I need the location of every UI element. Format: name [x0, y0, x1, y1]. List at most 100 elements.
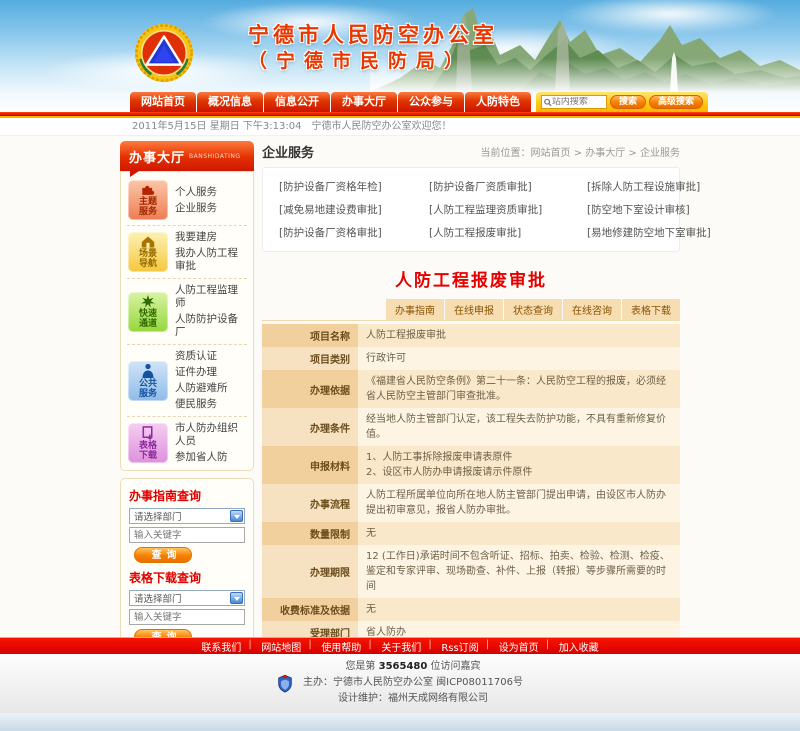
sidebar: 办事大厅 BANSHIDATING 主题服务 个人服务 企业服务 — [120, 141, 254, 708]
footer-link-favorite[interactable]: 加入收藏 — [549, 639, 609, 654]
chevron-down-icon — [230, 510, 243, 522]
chevron-down-icon — [230, 592, 243, 604]
footer-link-set-homepage[interactable]: 设为首页 — [489, 639, 549, 654]
site-header: 宁德市人民防空办公室 （宁德市民防局） — [0, 0, 800, 92]
search-input[interactable] — [552, 97, 604, 108]
guide-keyword-input[interactable] — [129, 527, 245, 543]
tab-guide[interactable]: 办事指南 — [386, 299, 444, 320]
advanced-search-button[interactable]: 高级搜索 — [649, 95, 703, 109]
nav-item-info-disclosure[interactable]: 信息公开 — [264, 92, 330, 112]
service-link[interactable]: [防护设备厂资质审批] — [429, 179, 587, 194]
detail-tabs: 办事指南 在线申报 状态查询 在线咨询 表格下载 — [262, 299, 680, 321]
search-box — [541, 95, 607, 109]
footer-design-line: 设计维护：福州天成网络有限公司 — [303, 691, 523, 707]
sidebar-link-qualification[interactable]: 资质认证 — [175, 350, 228, 363]
nav-item-service-hall[interactable]: 办事大厅 — [331, 92, 397, 112]
footer-link-help[interactable]: 使用帮助 — [311, 639, 371, 654]
main-nav: 网站首页 概况信息 信息公开 办事大厅 公众参与 人防特色 搜索 高级搜索 — [0, 92, 800, 112]
footer-link-rss[interactable]: Rss订阅 — [431, 639, 488, 654]
service-link[interactable]: [拆除人防工程设施审批] — [587, 179, 711, 194]
service-link[interactable]: [人防工程报废审批] — [429, 225, 587, 240]
site-subtitle: （宁德市民防局） — [248, 48, 498, 74]
footer-link-contact[interactable]: 联系我们 — [191, 639, 251, 654]
search-button[interactable]: 搜索 — [610, 95, 646, 109]
table-row: 办理条件经当地人防主管部门认定，该工程失去防护功能，不具有重新修复价值。 — [262, 408, 680, 446]
service-link[interactable]: [减免易地建设费审批] — [279, 202, 429, 217]
service-link[interactable]: [易地修建防空地下室审批] — [587, 225, 711, 240]
tab-status-query[interactable]: 状态查询 — [504, 299, 562, 320]
table-row: 项目类别行政许可 — [262, 347, 680, 370]
table-row: 数量限制无 — [262, 522, 680, 545]
nav-tabs: 网站首页 概况信息 信息公开 办事大厅 公众参与 人防特色 — [130, 92, 532, 112]
table-row: 项目名称人防工程报废审批 — [262, 324, 680, 347]
sidebar-link-shelter[interactable]: 人防避难所 — [175, 382, 228, 395]
sidebar-link-province-defense[interactable]: 参加省人防 — [175, 451, 246, 464]
form-query-title: 表格下载查询 — [129, 569, 245, 586]
nav-item-features[interactable]: 人防特色 — [465, 92, 531, 112]
guide-dept-select[interactable]: 请选择部门 — [129, 508, 245, 524]
form-keyword-input[interactable] — [129, 609, 245, 625]
page: 宁德市人民防空办公室 （宁德市民防局） 网站首页 概况信息 信息公开 办事大厅 … — [0, 0, 800, 731]
tab-online-consult[interactable]: 在线咨询 — [563, 299, 621, 320]
footer-bottom-strip — [0, 713, 800, 731]
main-header: 企业服务 当前位置：网站首页 > 办事大厅 > 企业服务 — [262, 142, 680, 161]
detail-title: 人防工程报废审批 — [262, 266, 680, 291]
site-logo — [133, 22, 195, 84]
search-zone: 搜索 高级搜索 — [536, 92, 708, 112]
table-row: 办理依据《福建省人民防空条例》第二十一条：人民防空工程的报废，必须经省人民防空主… — [262, 370, 680, 408]
sidebar-link-build-house[interactable]: 我要建房 — [175, 231, 246, 244]
sidebar-link-supervisor[interactable]: 人防工程监理师 — [175, 284, 246, 310]
table-row: 办理期限12 (工作日)承诺时间不包含听证、招标、拍卖、检验、检测、检疫、鉴定和… — [262, 545, 680, 598]
search-icon — [544, 98, 552, 107]
sidebar-link-equipment-factory[interactable]: 人防防护设备厂 — [175, 313, 246, 339]
footer-link-about[interactable]: 关于我们 — [371, 639, 431, 654]
service-link[interactable]: [防护设备厂资格年检] — [279, 179, 429, 194]
nav-item-participation[interactable]: 公众参与 — [398, 92, 464, 112]
table-row: 办事流程人防工程所属单位向所在地人防主管部门提出申请，由设区市人防办提出初审意见… — [262, 484, 680, 522]
public-service-icon: 公共服务 — [128, 361, 168, 401]
scene-nav-icon: 场景导航 — [128, 232, 168, 272]
service-links-box: [防护设备厂资格年检] [防护设备厂资质审批] [拆除人防工程设施审批] [减免… — [262, 167, 680, 252]
guide-query-button[interactable]: 查询 — [134, 547, 192, 563]
sidebar-group-scene-nav: 场景导航 我要建房 我办人防工程审批 — [127, 226, 247, 279]
table-row: 申报材料1、人防工事拆除报废申请表原件 2、设区市人防办申请报废请示件原件 — [262, 446, 680, 484]
footer-info: 您是第 3565480 位访问嘉宾 主办：宁德市人民防空办公室 闽ICP0801… — [0, 654, 800, 713]
sidebar-group-theme-service: 主题服务 个人服务 企业服务 — [127, 175, 247, 226]
sidebar-subtitle: BANSHIDATING — [189, 153, 241, 160]
service-link[interactable]: [人防工程监理资质审批] — [429, 202, 587, 217]
theme-service-icon: 主题服务 — [128, 180, 168, 220]
section-title: 企业服务 — [262, 142, 314, 161]
tab-online-apply[interactable]: 在线申报 — [445, 299, 503, 320]
table-row: 收费标准及依据无 — [262, 598, 680, 621]
sidebar-group-public-service: 公共服务 资质认证 证件办理 人防避难所 便民服务 — [127, 345, 247, 417]
form-dept-select[interactable]: 请选择部门 — [129, 590, 245, 606]
guide-query-title: 办事指南查询 — [129, 487, 245, 504]
sidebar-header: 办事大厅 BANSHIDATING — [120, 141, 254, 171]
footer-text: 您是第 3565480 位访问嘉宾 主办：宁德市人民防空办公室 闽ICP0801… — [303, 659, 523, 707]
footer: 联系我们 网站地图 使用帮助 关于我们 Rss订阅 设为首页 加入收藏 您是第 … — [0, 637, 800, 731]
quick-channel-icon: 快速通道 — [128, 292, 168, 332]
sidebar-link-org-personnel[interactable]: 市人防办组织人员 — [175, 422, 246, 448]
sidebar-link-personal-service[interactable]: 个人服务 — [175, 186, 217, 199]
visitor-counter: 您是第 3565480 位访问嘉宾 — [303, 659, 523, 675]
nav-item-home[interactable]: 网站首页 — [130, 92, 196, 112]
service-link[interactable]: [防护设备厂资格审批] — [279, 225, 429, 240]
guide-dept-select-value: 请选择部门 — [134, 509, 182, 523]
footer-badge-icon — [277, 674, 293, 693]
sidebar-link-convenience[interactable]: 便民服务 — [175, 398, 228, 411]
footer-link-sitemap[interactable]: 网站地图 — [251, 639, 311, 654]
form-download-icon: 表格下载 — [128, 423, 168, 463]
service-link[interactable]: [防空地下室设计审核] — [587, 202, 711, 217]
sidebar-service-groups: 主题服务 个人服务 企业服务 场景导航 — [120, 171, 254, 471]
nav-item-overview[interactable]: 概况信息 — [197, 92, 263, 112]
breadcrumb[interactable]: 当前位置：网站首页 > 办事大厅 > 企业服务 — [481, 144, 680, 159]
visitor-count: 3565480 — [379, 661, 428, 672]
sidebar-link-project-approval[interactable]: 我办人防工程审批 — [175, 247, 246, 273]
sidebar-title: 办事大厅 — [129, 147, 185, 166]
footer-host-line: 主办：宁德市人民防空办公室 闽ICP08011706号 — [303, 675, 523, 691]
tab-form-download[interactable]: 表格下载 — [622, 299, 680, 320]
sidebar-link-certificate[interactable]: 证件办理 — [175, 366, 228, 379]
site-title: 宁德市人民防空办公室 — [248, 22, 498, 48]
sidebar-group-form-download: 表格下载 市人防办组织人员 参加省人防 — [127, 417, 247, 469]
sidebar-link-enterprise-service[interactable]: 企业服务 — [175, 202, 217, 215]
